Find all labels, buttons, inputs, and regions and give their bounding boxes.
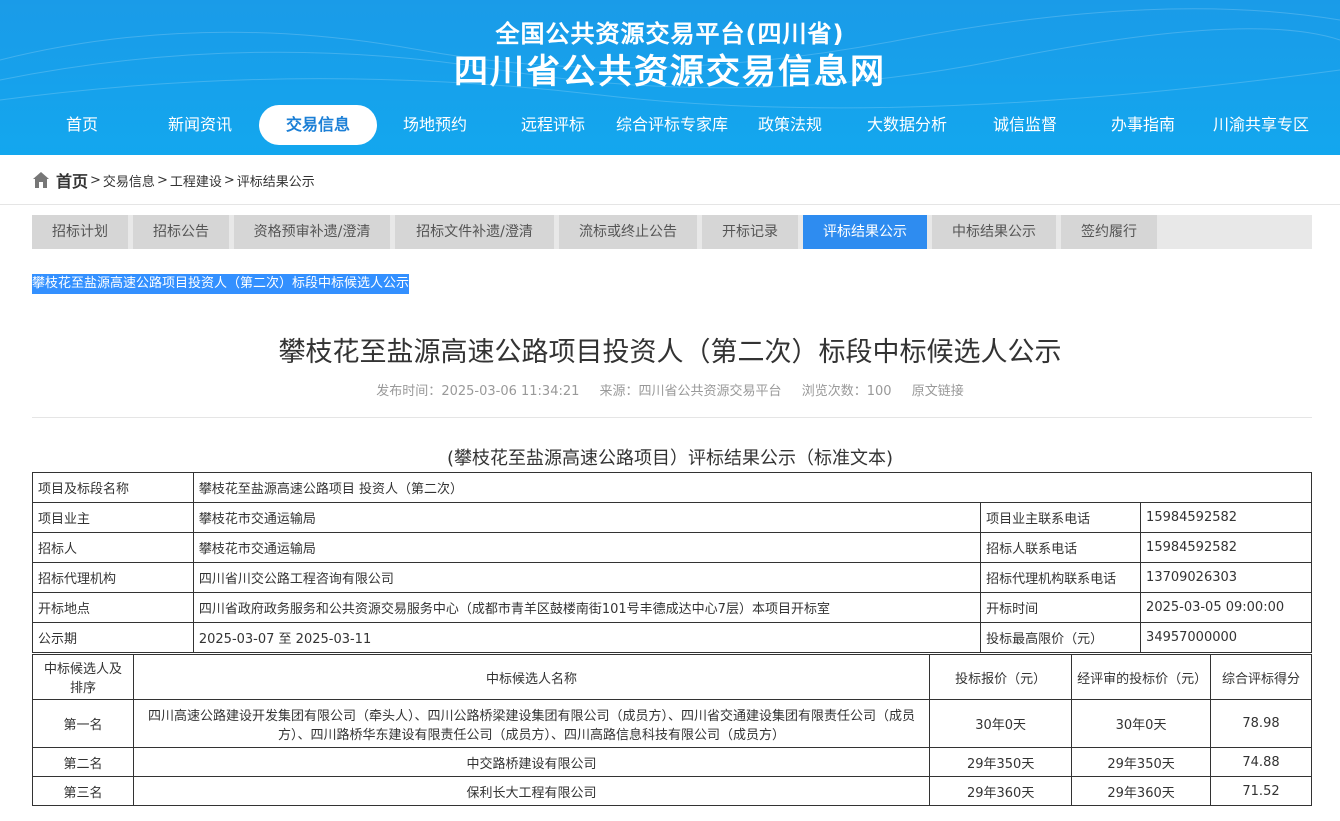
publish-time: 发布时间：2025-03-06 11:34:21 (376, 384, 580, 399)
cell-value: 13709026303 (1140, 562, 1312, 593)
candidate-rank: 第二名 (32, 747, 134, 777)
cell-value: 四川省川交公路工程咨询有限公司 (192, 562, 982, 593)
candidate-name: 四川高速公路建设开发集团有限公司（牵头人）、四川公路桥梁建设集团有限公司（成员方… (132, 699, 931, 748)
cell-value: 2025-03-05 09:00:00 (1140, 592, 1312, 623)
breadcrumb-separator: > (156, 172, 168, 188)
nav-trade-info[interactable]: 交易信息 (259, 105, 377, 145)
candidate-rank: 第一名 (32, 699, 134, 748)
cell-label: 开标地点 (32, 592, 194, 623)
table-row: 招标代理机构 四川省川交公路工程咨询有限公司 招标代理机构联系电话 137090… (32, 562, 1312, 593)
cell-value: 2025-03-07 至 2025-03-11 (192, 622, 982, 653)
cell-label: 招标人联系电话 (980, 532, 1142, 563)
candidate-rank: 第三名 (32, 776, 134, 806)
cell-value: 攀枝花至盐源高速公路项目 投资人（第二次） (192, 472, 1313, 503)
breadcrumb-home[interactable]: 首页 (56, 168, 88, 192)
site-header: 全国公共资源交易平台(四川省) 四川省公共资源交易信息网 首页 新闻资讯 交易信… (0, 0, 1340, 155)
article-meta: 发布时间：2025-03-06 11:34:21 来源：四川省公共资源交易平台 … (0, 380, 1340, 399)
nav-expert-pool[interactable]: 综合评标专家库 (610, 105, 734, 145)
table-row: 第一名 四川高速公路建设开发集团有限公司（牵头人）、四川公路桥梁建设集团有限公司… (32, 699, 1312, 748)
tab-doc-addendum[interactable]: 招标文件补遗/澄清 (395, 215, 554, 249)
tab-bid-notice[interactable]: 招标公告 (133, 215, 229, 249)
cell-label: 招标人 (32, 532, 194, 563)
nav-remote-evaluation[interactable]: 远程评标 (508, 105, 598, 145)
table-header-row: 中标候选人及排序 中标候选人名称 投标报价（元） 经评审的投标价（元） 综合评标… (32, 654, 1312, 700)
cell-label: 招标代理机构联系电话 (980, 562, 1142, 593)
nav-credit[interactable]: 诚信监督 (980, 105, 1070, 145)
candidate-evaluated: 29年360天 (1071, 776, 1212, 806)
candidate-evaluated: 30年0天 (1071, 699, 1212, 748)
main-nav: 首页 新闻资讯 交易信息 场地预约 远程评标 综合评标专家库 政策法规 大数据分… (0, 105, 1340, 145)
divider (32, 417, 1312, 418)
cell-value: 15984592582 (1140, 532, 1312, 563)
table-caption: (攀枝花至盐源高速公路项目）评标结果公示（标准文本) (446, 448, 894, 469)
candidate-score: 74.88 (1210, 747, 1312, 777)
breadcrumb-construction[interactable]: 工程建设 (170, 171, 222, 190)
cell-label: 投标最高限价（元） (980, 622, 1142, 653)
table-row: 项目及标段名称 攀枝花至盐源高速公路项目 投资人（第二次） (32, 472, 1313, 503)
article-title: 攀枝花至盐源高速公路项目投资人（第二次）标段中标候选人公示 (278, 337, 1062, 368)
table-row: 第二名 中交路桥建设有限公司 29年350天 29年350天 74.88 (32, 747, 1312, 777)
candidate-evaluated: 29年350天 (1071, 747, 1212, 777)
nav-big-data[interactable]: 大数据分析 (857, 105, 957, 145)
tab-failed-bid[interactable]: 流标或终止公告 (559, 215, 697, 249)
breadcrumb-current[interactable]: 评标结果公示 (237, 171, 315, 190)
breadcrumb-separator: > (223, 172, 235, 188)
original-link[interactable]: 原文链接 (912, 384, 964, 399)
cell-value: 15984592582 (1140, 502, 1312, 533)
tab-opening-record[interactable]: 开标记录 (702, 215, 798, 249)
column-header: 中标候选人及排序 (32, 654, 134, 700)
nav-home[interactable]: 首页 (42, 105, 122, 145)
breadcrumb: 首页 > 交易信息 > 工程建设 > 评标结果公示 (32, 168, 315, 192)
table-row: 招标人 攀枝花市交通运输局 招标人联系电话 15984592582 (32, 532, 1312, 563)
view-count: 浏览次数：100 (801, 384, 892, 399)
cell-value: 34957000000 (1140, 622, 1312, 653)
divider (0, 204, 1340, 205)
candidate-bid: 30年0天 (929, 699, 1073, 748)
cell-label: 项目业主 (32, 502, 194, 533)
tab-contract[interactable]: 签约履行 (1061, 215, 1157, 249)
cell-label: 开标时间 (980, 592, 1142, 623)
cell-label: 项目业主联系电话 (980, 502, 1142, 533)
table-row: 第三名 保利长大工程有限公司 29年360天 29年360天 71.52 (32, 776, 1312, 806)
cell-value: 攀枝花市交通运输局 (192, 502, 982, 533)
source: 来源：四川省公共资源交易平台 (599, 384, 782, 399)
candidates-table: 中标候选人及排序 中标候选人名称 投标报价（元） 经评审的投标价（元） 综合评标… (32, 654, 1312, 806)
tab-bid-plan[interactable]: 招标计划 (32, 215, 128, 249)
nav-chuanyu[interactable]: 川渝共享专区 (1205, 105, 1317, 145)
table-row: 公示期 2025-03-07 至 2025-03-11 投标最高限价（元） 34… (32, 622, 1312, 653)
cell-label: 招标代理机构 (32, 562, 194, 593)
site-title: 四川省公共资源交易信息网 (454, 52, 886, 92)
nav-guide[interactable]: 办事指南 (1098, 105, 1188, 145)
nav-policy[interactable]: 政策法规 (745, 105, 835, 145)
cell-label: 公示期 (32, 622, 194, 653)
candidate-bid: 29年360天 (929, 776, 1073, 806)
candidate-name: 中交路桥建设有限公司 (132, 747, 931, 777)
table-row: 开标地点 四川省政府政务服务和公共资源交易服务中心（成都市青羊区鼓楼南街101号… (32, 592, 1312, 623)
candidate-score: 78.98 (1210, 699, 1312, 748)
candidate-name: 保利长大工程有限公司 (132, 776, 931, 806)
breadcrumb-separator: > (90, 172, 101, 188)
column-header: 中标候选人名称 (132, 654, 931, 700)
tab-evaluation-result[interactable]: 评标结果公示 (803, 215, 927, 249)
cell-value: 攀枝花市交通运输局 (192, 532, 982, 563)
home-icon (33, 172, 49, 188)
candidate-score: 71.52 (1210, 776, 1312, 806)
column-header: 综合评标得分 (1210, 654, 1312, 700)
column-header: 经评审的投标价（元） (1071, 654, 1212, 700)
tab-award-result[interactable]: 中标结果公示 (932, 215, 1056, 249)
column-header: 投标报价（元） (929, 654, 1073, 700)
table-row: 项目业主 攀枝花市交通运输局 项目业主联系电话 15984592582 (32, 502, 1312, 533)
category-tabs: 招标计划 招标公告 资格预审补遗/澄清 招标文件补遗/澄清 流标或终止公告 开标… (32, 215, 1312, 249)
cell-label: 项目及标段名称 (32, 472, 194, 503)
cell-value: 四川省政府政务服务和公共资源交易服务中心（成都市青羊区鼓楼南街101号丰德成达中… (192, 592, 982, 623)
nav-venue-booking[interactable]: 场地预约 (390, 105, 480, 145)
breadcrumb-trade-info[interactable]: 交易信息 (103, 171, 155, 190)
selected-article-title: 攀枝花至盐源高速公路项目投资人（第二次）标段中标候选人公示 (32, 274, 410, 294)
candidate-bid: 29年350天 (929, 747, 1073, 777)
tab-prequal-addendum[interactable]: 资格预审补遗/澄清 (234, 215, 390, 249)
nav-news[interactable]: 新闻资讯 (155, 105, 245, 145)
project-info-table: 项目及标段名称 攀枝花至盐源高速公路项目 投资人（第二次） 项目业主 攀枝花市交… (32, 472, 1313, 653)
